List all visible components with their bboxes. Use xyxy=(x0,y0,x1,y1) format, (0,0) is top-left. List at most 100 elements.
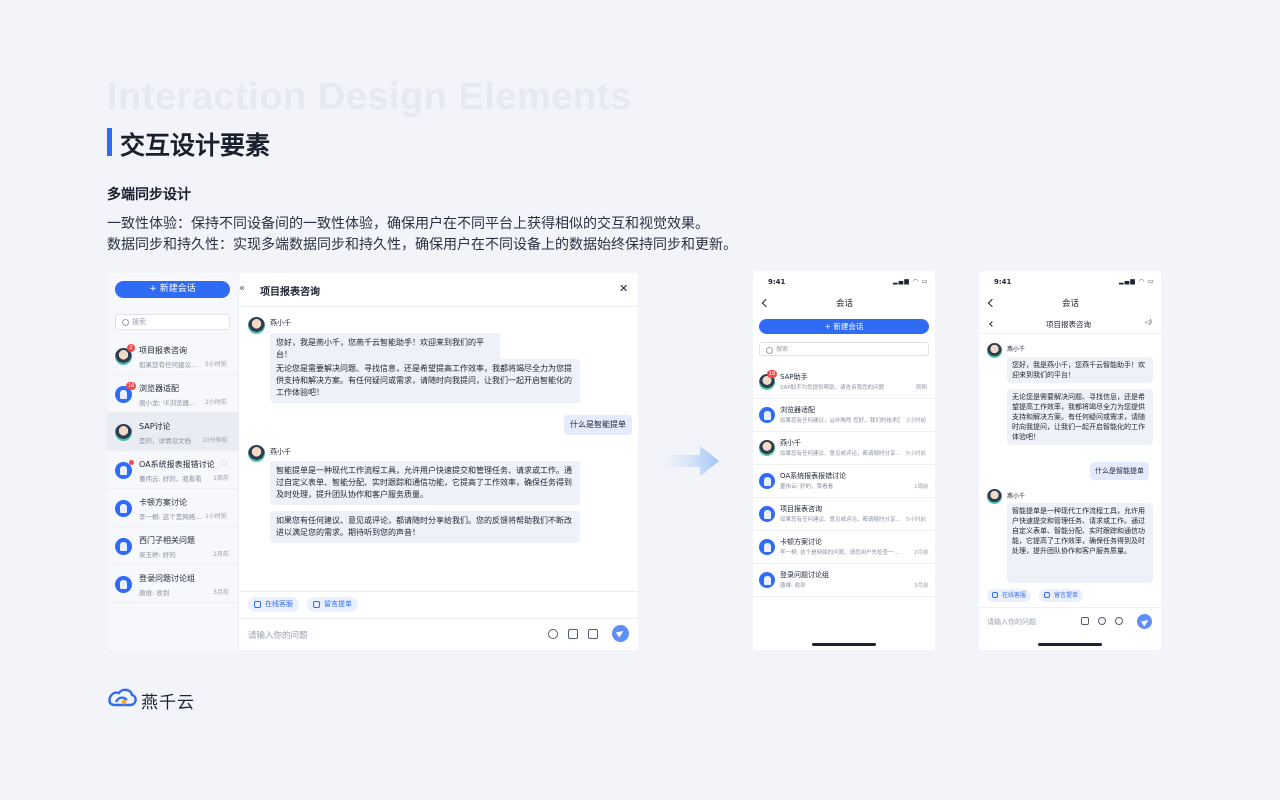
mobile-title: 会话 xyxy=(836,299,854,309)
conversation-item[interactable]: 16 浏览器适配 唐小龙: !E浏览器... 2小时前 xyxy=(107,375,239,413)
message-answer: 智能提单是一种现代工作流程工具，允许用户快速提交和管理任务、请求或工作。通过自定… xyxy=(1007,503,1153,583)
message-intro: 无论您是需要解决问题、寻找信息，还是希望提高工作效率，我都将竭尽全力为您提供支持… xyxy=(270,359,580,403)
send-button[interactable] xyxy=(612,625,629,642)
conversation-preview: 如果您有任何建议，@孙陶然 您好，我们的技术团队... xyxy=(780,418,900,424)
chat-back-icon[interactable] xyxy=(989,321,995,327)
conversation-time: 3月前 xyxy=(914,583,929,589)
input-divider xyxy=(979,607,1161,608)
group-avatar-icon xyxy=(115,538,132,555)
mobile-title: 会话 xyxy=(1062,299,1080,309)
chat-title: 项目报表咨询 xyxy=(1046,320,1091,329)
search-input[interactable]: 搜索 xyxy=(759,342,929,356)
conversation-item[interactable]: 卡顿方案讨论 李一桐: 这个是网络... 1小时前 xyxy=(107,489,239,527)
conversation-time: 2小时前 xyxy=(205,399,227,406)
mute-icon: ◌ xyxy=(221,458,228,466)
leave-message-chip[interactable]: 留言提单 xyxy=(1039,589,1084,602)
group-avatar-icon xyxy=(759,473,775,489)
conversation-name: 浏览器适配 xyxy=(780,406,815,414)
conversation-name: OA系统报表报错讨论 xyxy=(139,460,215,469)
conversation-time: 5小时前 xyxy=(906,451,926,457)
conversation-item[interactable]: 18 SAP助手 SAP助手为您提供帮助，请告诉我您的问题 刚刚 xyxy=(753,366,935,399)
group-avatar-icon xyxy=(115,576,132,593)
conversation-item-active[interactable]: SAP讨论 是的，详情见文档 10分钟前 xyxy=(107,413,239,451)
sync-arrow-icon xyxy=(662,446,719,476)
conversation-preview: 李一桐: 这个是网络的问题，请您用户先检查一... xyxy=(780,550,899,556)
chat-input[interactable]: 请输入你的问题 xyxy=(248,629,308,641)
mobile-conversation-list: 9:41 ▂▄▆ ◠ ▭ 会话 + 新建会话 搜索 18 SAP助手 SAP助手… xyxy=(753,271,935,650)
conversation-name: 西门子相关问题 xyxy=(139,536,195,545)
new-chat-button[interactable]: + 新建会话 xyxy=(115,281,230,298)
conversation-item[interactable]: OA系统报表报错讨论 董伟云: 好的，我看看 1周前 ◌ xyxy=(107,451,239,489)
back-icon[interactable] xyxy=(987,298,997,308)
conversation-item[interactable]: 登录问题讨论组 唐维: 收到 3月前 xyxy=(107,565,239,603)
conversation-preview: 如果您有任何建议、意见或评论，都请随时分享... xyxy=(780,517,900,523)
conversation-item[interactable]: 项目报表咨询 如果您有任何建议、意见或评论，都请随时分享... 5小时前 xyxy=(753,498,935,531)
font-icon[interactable] xyxy=(1081,617,1089,625)
headset-icon xyxy=(254,601,261,608)
conversation-preview: 唐维: 收到 xyxy=(780,583,806,589)
new-chat-button[interactable]: + 新建会话 xyxy=(759,319,929,334)
file-icon[interactable] xyxy=(588,629,598,639)
header-divider xyxy=(979,333,1161,334)
collapse-sidebar-icon[interactable]: « xyxy=(239,283,245,294)
group-avatar-icon xyxy=(759,506,775,522)
conversation-item[interactable]: OA系统报表报错讨论 董伟云: 好的，我看看 1周前 xyxy=(753,465,935,498)
status-time: 9:41 xyxy=(994,278,1012,286)
conversation-time: 2月前 xyxy=(213,551,229,558)
conversation-preview: 董伟云: 好的，我看看 xyxy=(139,475,201,483)
brand-name: 燕千云 xyxy=(141,693,195,713)
conversation-preview: 董伟云: 好的，我看看 xyxy=(780,484,834,490)
close-icon[interactable]: ✕ xyxy=(619,282,628,295)
chat-input[interactable]: 请输入你的问题 xyxy=(987,617,1036,627)
conversation-preview: 唐小龙: !E浏览器... xyxy=(139,399,196,407)
group-avatar-icon xyxy=(115,500,132,517)
conversation-name: 项目报表咨询 xyxy=(780,505,822,513)
conversation-time: 5小时前 xyxy=(205,361,227,368)
conversation-item[interactable]: 浏览器适配 如果您有任何建议，@孙陶然 您好，我们的技术团队... 2小时前 xyxy=(753,399,935,432)
conversation-item[interactable]: 卡顿方案讨论 李一桐: 这个是网络的问题，请您用户先检查一... 2月前 xyxy=(753,531,935,564)
image-icon[interactable] xyxy=(568,629,578,639)
message-greeting: 您好，我是燕小千，您燕千云智能助手！欢迎来到我们的平台！ xyxy=(1007,357,1153,383)
conversation-time: 3月前 xyxy=(213,589,229,596)
conversation-time: 10分钟前 xyxy=(202,437,228,444)
avatar xyxy=(759,440,775,456)
conversation-preview: 梁玉婷: 好的 xyxy=(139,551,176,559)
conversation-preview: SAP助手为您提供帮助，请告诉我您的问题 xyxy=(780,385,885,391)
conversation-name: SAP助手 xyxy=(780,373,808,381)
conversation-item[interactable]: 登录问题讨论组 唐维: 收到 3月前 xyxy=(753,564,935,597)
conversation-time: 1小时前 xyxy=(205,513,227,520)
conversation-time: 1周前 xyxy=(213,475,229,482)
message-intro: 无论您是需要解决问题、寻找信息，还是希望提高工作效率，我都将竭尽全力为您提供支持… xyxy=(1007,389,1153,445)
assistant-avatar xyxy=(248,445,265,462)
avatar xyxy=(115,424,132,441)
message-user: 什么是智能提单 xyxy=(564,415,632,435)
speaker-icon[interactable]: ◁) xyxy=(1145,319,1152,326)
conversation-name: 项目报表咨询 xyxy=(139,346,187,355)
headset-icon xyxy=(992,592,998,598)
conversation-item[interactable]: 2 项目报表咨询 如果您有任何建议... 5小时前 xyxy=(107,337,239,375)
conversation-name: 浏览器适配 xyxy=(139,384,179,393)
online-service-chip[interactable]: 在线客服 xyxy=(987,589,1032,602)
online-service-chip[interactable]: 在线客服 xyxy=(248,597,299,612)
assistant-avatar xyxy=(248,317,265,334)
emoji-icon[interactable] xyxy=(1098,617,1106,625)
message-feedback: 如果您有任何建议、意见或评论，都请随时分享给我们。您的反馈将帮助我们不断改进以满… xyxy=(270,511,580,543)
status-icons: ▂▄▆ ◠ ▭ xyxy=(893,278,929,285)
back-icon[interactable] xyxy=(761,298,771,308)
conversation-preview: 唐维: 收到 xyxy=(139,589,170,597)
message-icon xyxy=(1044,592,1050,598)
emoji-icon[interactable] xyxy=(548,629,558,639)
search-input[interactable]: 搜索 xyxy=(115,314,230,330)
conversation-time: 2小时前 xyxy=(906,418,926,424)
conversation-item[interactable]: 燕小千 如果您有任何建议、意见或评论，都请随时分享... 5小时前 xyxy=(753,432,935,465)
leave-message-chip[interactable]: 留言提单 xyxy=(307,597,358,612)
conversation-item[interactable]: 西门子相关问题 梁玉婷: 好的 2月前 xyxy=(107,527,239,565)
send-button[interactable] xyxy=(1137,614,1152,629)
conversation-name: 燕小千 xyxy=(780,439,801,447)
add-icon[interactable] xyxy=(1115,617,1123,625)
group-avatar-icon xyxy=(759,539,775,555)
sender-name: 燕小千 xyxy=(1007,493,1026,500)
brand-logo-icon xyxy=(108,688,137,707)
message-user: 什么是智能提单 xyxy=(1090,462,1149,480)
group-avatar-icon xyxy=(759,407,775,423)
